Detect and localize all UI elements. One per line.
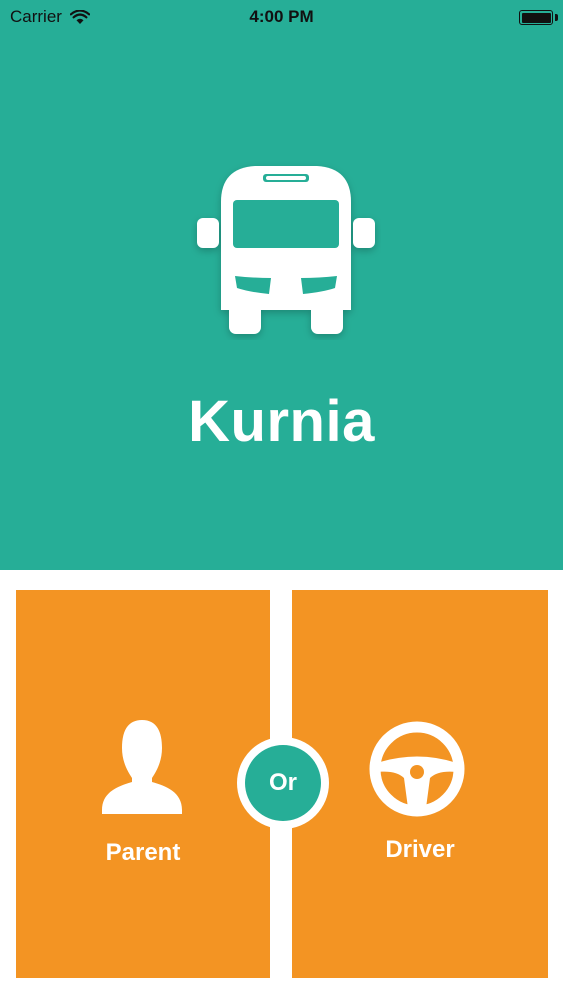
driver-role-button[interactable]: Driver	[292, 590, 548, 978]
bus-icon	[197, 166, 375, 334]
app-title: Kurnia	[188, 389, 375, 454]
or-label: Or	[245, 745, 321, 821]
person-icon	[102, 720, 182, 814]
battery-icon	[519, 10, 553, 25]
or-separator-badge: Or	[237, 737, 329, 829]
battery-level	[521, 12, 551, 23]
hero-header: Kurnia	[0, 0, 563, 570]
parent-role-button[interactable]: Parent	[16, 590, 270, 978]
driver-label: Driver	[385, 836, 455, 863]
status-bar: Carrier 4:00 PM	[0, 0, 563, 34]
parent-label: Parent	[105, 839, 181, 866]
battery-nub	[555, 14, 558, 21]
steering-wheel-icon	[369, 721, 465, 817]
status-time: 4:00 PM	[249, 7, 314, 26]
